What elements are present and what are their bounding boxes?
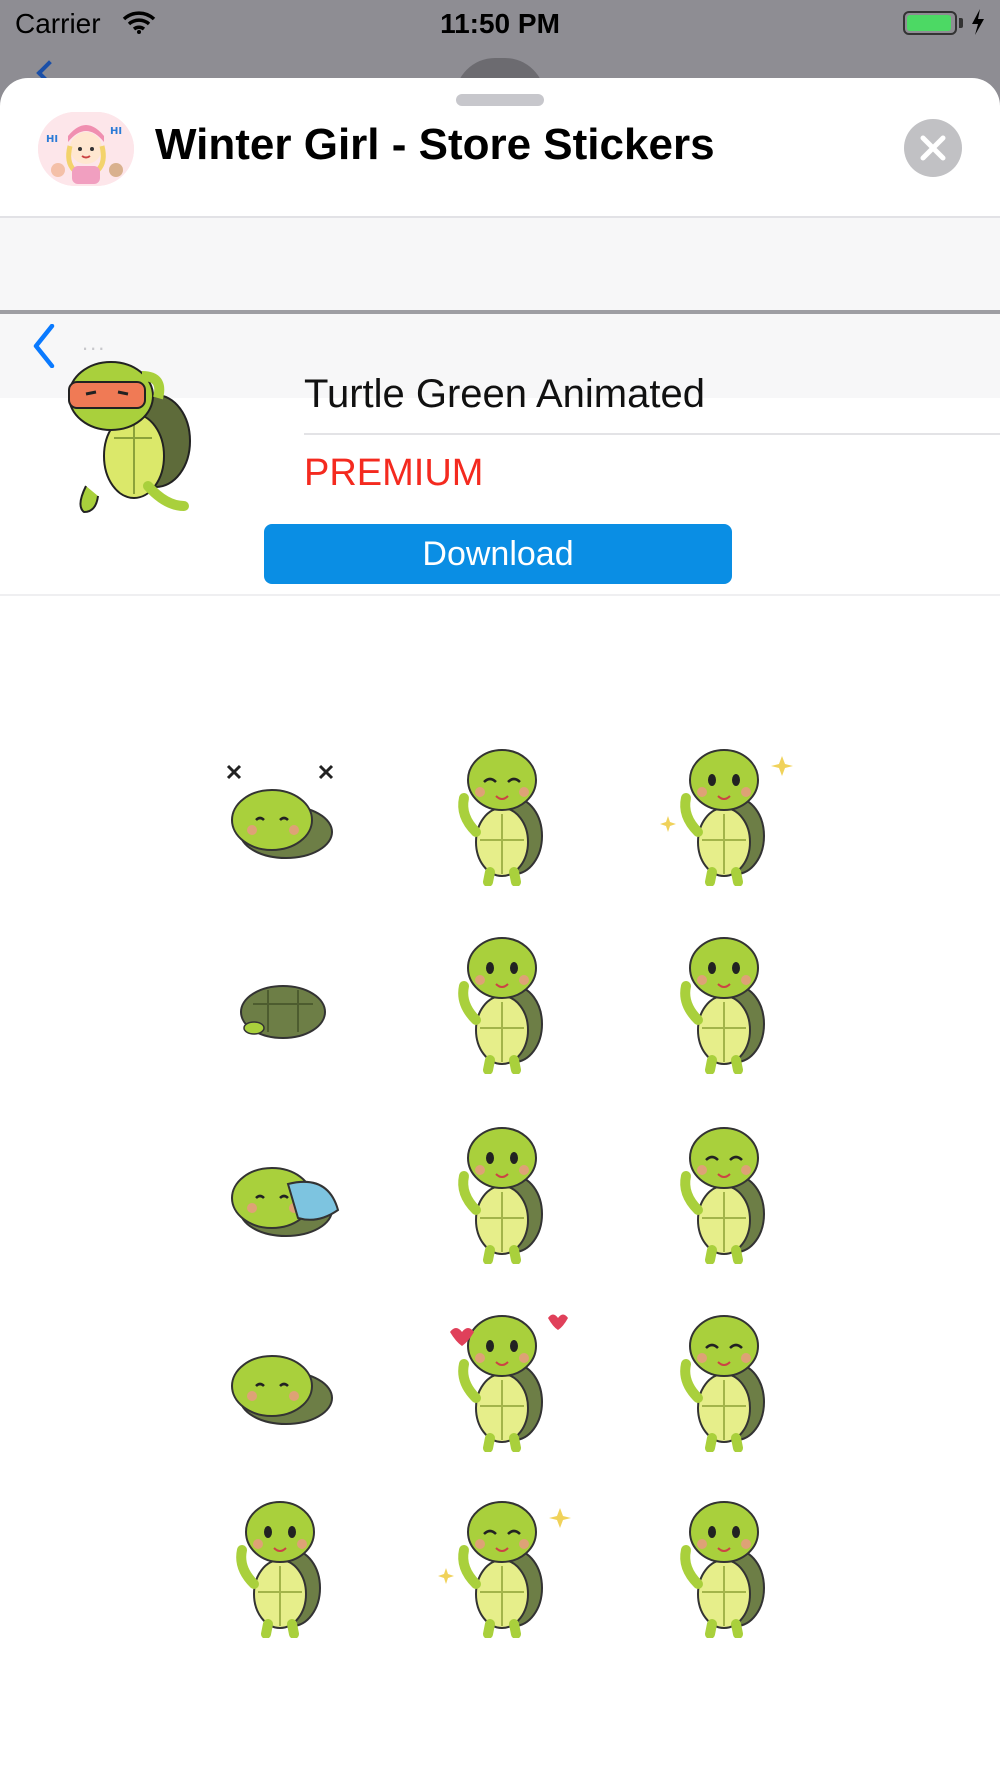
sticker-turtle-hiding-in-shell[interactable] [208, 924, 358, 1074]
sticker-turtle-sleeping-blanket[interactable] [208, 1114, 358, 1264]
sticker-turtle-hands-on-head[interactable] [430, 736, 580, 887]
sticker-turtle-sweating-laugh[interactable] [208, 1488, 358, 1639]
sticker-turtle-flipped-dizzy[interactable] [208, 736, 358, 886]
sticker-turtle-happy-jump[interactable] [430, 1488, 580, 1639]
charging-bolt-icon [970, 8, 986, 41]
status-time: 11:50 PM [440, 8, 560, 39]
battery-icon [903, 11, 957, 35]
status-bar: Carrier 11:50 PM [0, 0, 1000, 50]
sticker-turtle-love-hearts[interactable] [430, 1302, 580, 1453]
sticker-turtle-sparkle-wave[interactable] [652, 736, 802, 887]
sticker-turtle-peeking-shell[interactable] [208, 1302, 358, 1452]
sticker-turtle-peace-sign[interactable] [430, 1114, 580, 1265]
sticker-turtle-shouting[interactable] [652, 1488, 802, 1639]
battery-cap [959, 18, 963, 28]
sticker-turtle-back-view[interactable] [430, 924, 580, 1075]
sticker-store-sheet: HI HI Winter Girl - Store Stickers ... T… [0, 78, 1000, 1778]
sticker-turtle-sleepy-standing[interactable] [652, 1114, 802, 1265]
sticker-turtle-thinking[interactable] [652, 924, 802, 1075]
sticker-grid [0, 78, 1000, 1778]
sticker-turtle-shrug[interactable] [652, 1302, 802, 1453]
